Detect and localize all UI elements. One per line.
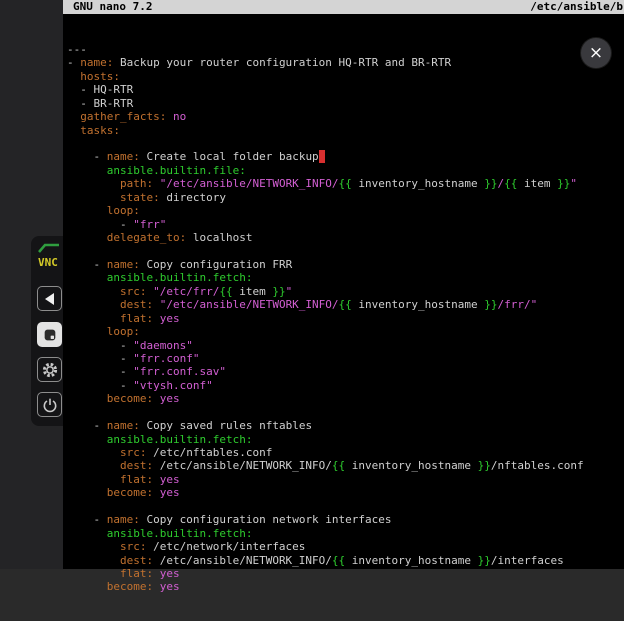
editor-line[interactable]: src: /etc/nftables.conf bbox=[67, 446, 624, 459]
editor-line[interactable] bbox=[67, 406, 624, 419]
chevron-left-icon bbox=[45, 293, 54, 305]
panel-collapse-button[interactable] bbox=[37, 286, 62, 311]
editor-line[interactable]: flat: yes bbox=[67, 473, 624, 486]
editor-line[interactable]: ansible.builtin.fetch: bbox=[67, 527, 624, 540]
editor-line[interactable]: dest: /etc/ansible/NETWORK_INFO/{{ inven… bbox=[67, 554, 624, 567]
novnc-logo-icon: VNC bbox=[36, 242, 62, 272]
close-icon: × bbox=[589, 43, 603, 63]
editor-line[interactable]: - name: Copy saved rules nftables bbox=[67, 419, 624, 432]
editor-line[interactable]: - "frr.conf" bbox=[67, 352, 624, 365]
editor-line[interactable]: become: yes bbox=[67, 392, 624, 405]
editor-line[interactable]: - HQ-RTR bbox=[67, 83, 624, 96]
editor-line[interactable]: - "vtysh.conf" bbox=[67, 379, 624, 392]
terminal-window: GNU nano 7.2 /etc/ansible/b ---- name: B… bbox=[63, 0, 624, 569]
editor-line[interactable] bbox=[67, 244, 624, 257]
editor-line[interactable]: loop: bbox=[67, 325, 624, 338]
editor-line[interactable]: - "daemons" bbox=[67, 339, 624, 352]
editor-line[interactable] bbox=[67, 500, 624, 513]
clipboard-button[interactable] bbox=[37, 322, 62, 347]
power-icon bbox=[42, 397, 58, 413]
editor-line[interactable]: - BR-RTR bbox=[67, 97, 624, 110]
gear-icon bbox=[41, 361, 59, 379]
editor-line[interactable] bbox=[67, 137, 624, 150]
editor-line[interactable]: tasks: bbox=[67, 124, 624, 137]
editor-line[interactable]: - "frr.conf.sav" bbox=[67, 365, 624, 378]
file-path-label: /etc/ansible/b bbox=[530, 0, 623, 14]
close-button[interactable]: × bbox=[581, 38, 611, 68]
editor-line[interactable]: dest: /etc/ansible/NETWORK_INFO/{{ inven… bbox=[67, 459, 624, 472]
editor-line[interactable]: delegate_to: localhost bbox=[67, 231, 624, 244]
editor-lines: ---- name: Backup your router configurat… bbox=[67, 43, 624, 594]
editor-line[interactable]: path: "/etc/ansible/NETWORK_INFO/{{ inve… bbox=[67, 177, 624, 190]
editor-area[interactable]: ---- name: Backup your router configurat… bbox=[63, 14, 624, 621]
editor-line[interactable]: - name: Copy configuration FRR bbox=[67, 258, 624, 271]
editor-line[interactable]: --- bbox=[67, 43, 624, 56]
editor-line[interactable]: hosts: bbox=[67, 70, 624, 83]
editor-line[interactable]: become: yes bbox=[67, 486, 624, 499]
editor-line[interactable]: src: "/etc/frr/{{ item }}" bbox=[67, 285, 624, 298]
nano-version-label: GNU nano 7.2 bbox=[73, 0, 152, 13]
editor-line[interactable]: ansible.builtin.file: bbox=[67, 164, 624, 177]
editor-line[interactable]: dest: "/etc/ansible/NETWORK_INFO/{{ inve… bbox=[67, 298, 624, 311]
editor-line[interactable]: - name: Copy configuration network inter… bbox=[67, 513, 624, 526]
editor-line[interactable]: state: directory bbox=[67, 191, 624, 204]
power-button[interactable] bbox=[37, 392, 62, 417]
nano-titlebar: GNU nano 7.2 /etc/ansible/b bbox=[63, 0, 624, 14]
editor-line[interactable]: flat: yes bbox=[67, 312, 624, 325]
editor-line[interactable]: - name: Backup your router configuration… bbox=[67, 56, 624, 69]
clipboard-icon bbox=[42, 327, 58, 343]
editor-line[interactable]: - name: Create local folder backup bbox=[67, 150, 624, 163]
novnc-logo-text: VNC bbox=[38, 256, 58, 269]
vnc-control-sidebar: VNC bbox=[0, 0, 63, 569]
editor-line[interactable]: ansible.builtin.fetch: bbox=[67, 271, 624, 284]
editor-line[interactable]: src: /etc/network/interfaces bbox=[67, 540, 624, 553]
editor-line[interactable]: - "frr" bbox=[67, 218, 624, 231]
editor-line[interactable]: gather_facts: no bbox=[67, 110, 624, 123]
novnc-logo: VNC bbox=[36, 242, 62, 272]
text-cursor bbox=[319, 150, 326, 163]
editor-line[interactable]: loop: bbox=[67, 204, 624, 217]
editor-line[interactable]: become: yes bbox=[67, 580, 624, 593]
editor-line[interactable]: ansible.builtin.fetch: bbox=[67, 433, 624, 446]
settings-button[interactable] bbox=[37, 357, 62, 382]
